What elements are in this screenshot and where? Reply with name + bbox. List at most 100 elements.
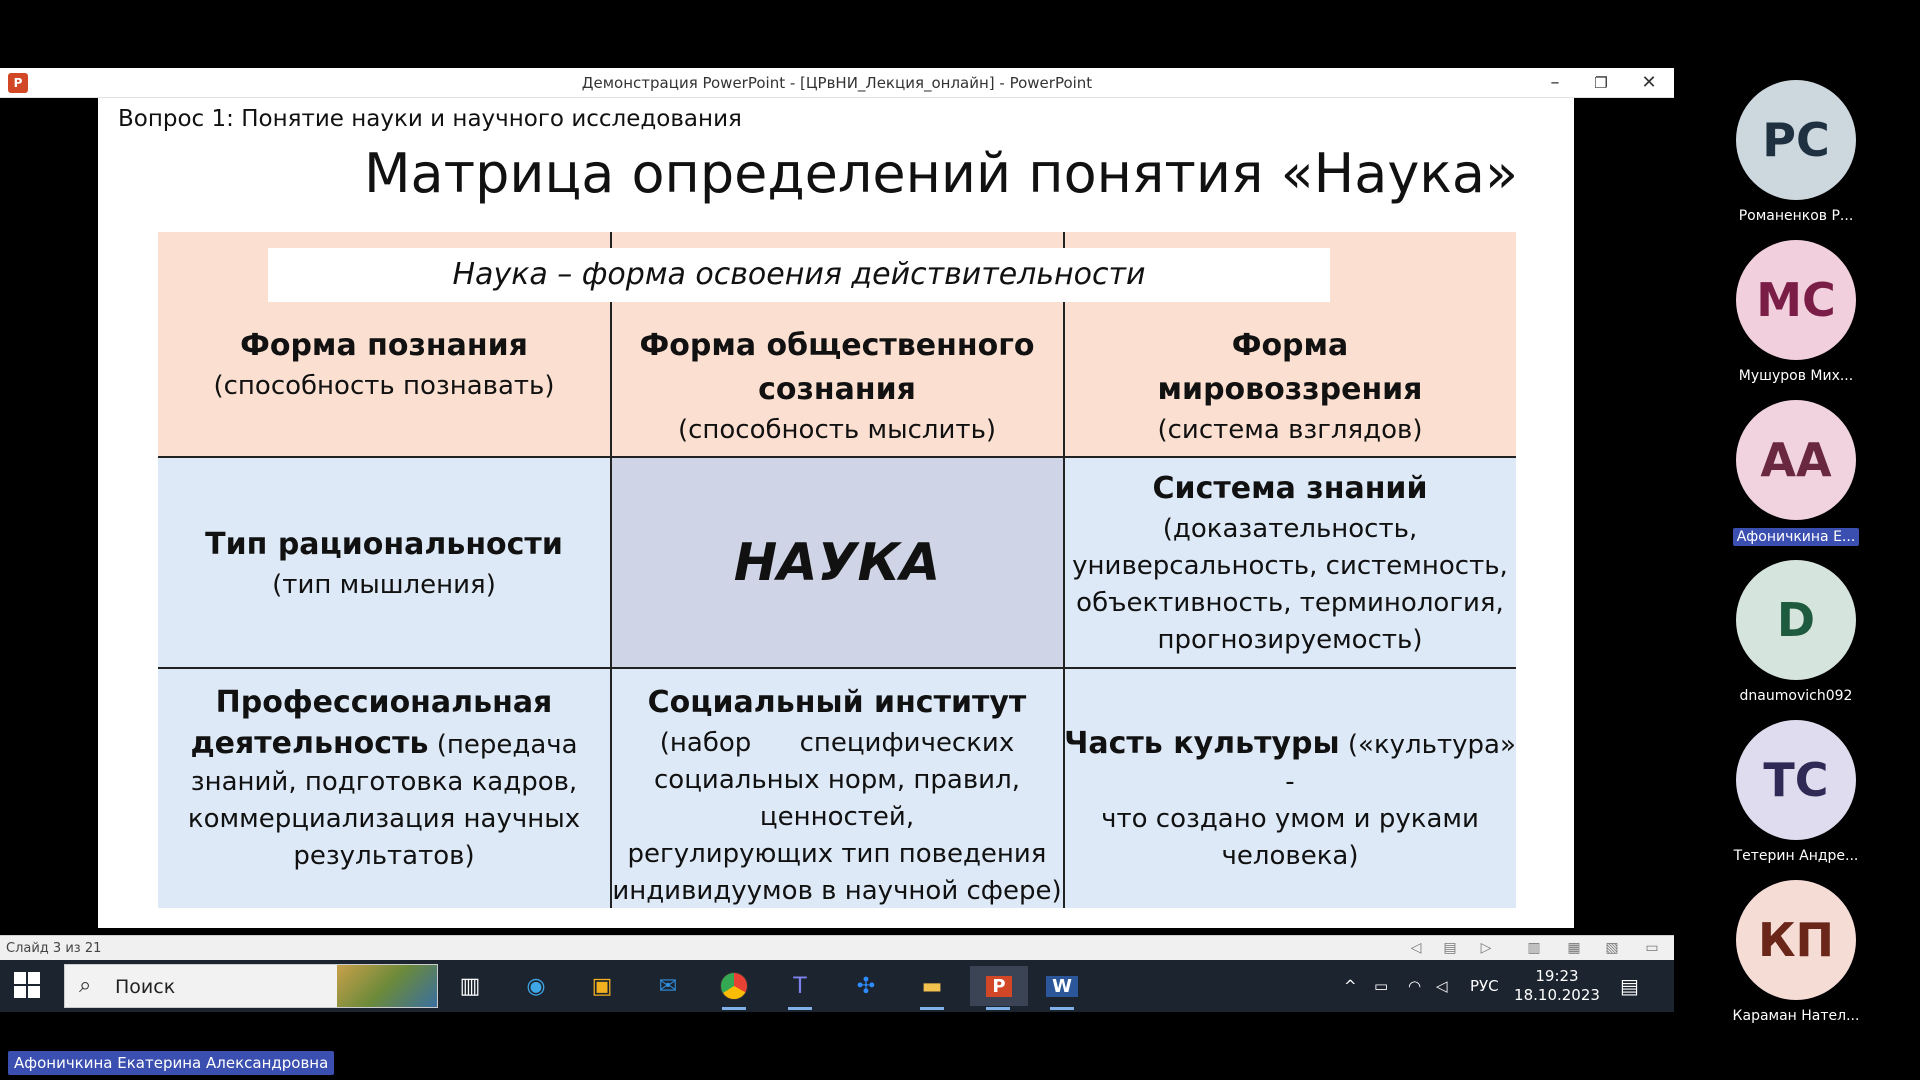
cell-center-word: НАУКА	[733, 533, 941, 593]
cell-text: индивидуумов в научной сфере)	[612, 876, 1062, 906]
cell-text: объективность, терминология,	[1076, 588, 1504, 618]
participant-tile[interactable]: ТС Тетерин Андре...	[1726, 720, 1866, 864]
slide-question: Вопрос 1: Понятие науки и научного иссле…	[118, 106, 742, 132]
mail-icon[interactable]: ✉	[648, 966, 688, 1006]
cell-knowledge-system: Система знаний (доказательность, универс…	[1064, 458, 1516, 668]
cell-text: (набор специфических	[659, 728, 1015, 758]
cell-text: человека)	[1221, 841, 1359, 871]
notifications-icon[interactable]: ▤	[1620, 960, 1639, 1012]
previous-slide-icon[interactable]: ◁	[1406, 939, 1426, 957]
edge-icon[interactable]: ◉	[516, 966, 556, 1006]
word-taskbar-icon[interactable]: W	[1042, 966, 1082, 1010]
avatar: КП	[1736, 880, 1856, 1000]
cell-heading: деятельность	[190, 726, 429, 761]
avatar: D	[1736, 560, 1856, 680]
windows-start-icon[interactable]	[14, 972, 42, 1000]
taskbar-search[interactable]: ⌕ Поиск	[64, 964, 438, 1008]
cell-part-of-culture: Часть культуры («культура» - что создано…	[1064, 669, 1516, 908]
cell-text: ценностей,	[759, 802, 915, 832]
next-slide-icon[interactable]: ▷	[1476, 939, 1496, 957]
cell-text: (доказательность,	[1162, 514, 1418, 544]
windows-taskbar: ⌕ Поиск ▥ ◉ ▣ ✉ T ✣ ▬ P W ^ ▭ ◠ ◁ РУС 19…	[0, 960, 1674, 1012]
cell-text: знаний, подготовка кадров,	[190, 767, 578, 797]
clock-time: 19:23	[1535, 967, 1579, 985]
cell-form-of-social-consciousness: Форма общественного сознания (способност…	[611, 302, 1063, 457]
slide-title: Матрица определений понятия «Наука»	[363, 142, 1519, 205]
cell-text: (система взглядов)	[1157, 415, 1423, 445]
cell-text: что создано умом и руками	[1101, 804, 1479, 834]
avatar: МС	[1736, 240, 1856, 360]
participant-tile[interactable]: АА Афоничкина Е...	[1726, 400, 1866, 546]
cell-science-center: НАУКА	[611, 458, 1063, 668]
slideshow-icon[interactable]: ▭	[1642, 939, 1662, 957]
slide-sorter-icon[interactable]: ▦	[1564, 939, 1584, 957]
minimize-button[interactable]: –	[1532, 68, 1578, 98]
cell-mixed-line: деятельность (передача	[190, 725, 577, 764]
cell-text: (способность мыслить)	[677, 415, 997, 445]
cell-text: универсальность, системность,	[1072, 551, 1508, 581]
participant-tile[interactable]: КП Караман Нател...	[1726, 880, 1866, 1024]
cell-text: (передача	[428, 730, 578, 760]
task-view-icon[interactable]: ▥	[450, 966, 490, 1006]
participant-name: Романенков Р...	[1738, 208, 1854, 224]
wifi-icon[interactable]: ◠	[1408, 960, 1421, 1012]
definition-matrix: Наука – форма освоения действительности …	[158, 232, 1516, 908]
powerpoint-taskbar-icon[interactable]: P	[970, 966, 1028, 1010]
reading-view-icon[interactable]: ▧	[1602, 939, 1622, 957]
cell-heading: Форма	[1231, 328, 1349, 363]
avatar: РС	[1736, 80, 1856, 200]
participant-name: dnaumovich092	[1739, 688, 1853, 704]
participant-tile[interactable]: РС Романенков Р...	[1726, 80, 1866, 224]
language-indicator[interactable]: РУС	[1470, 960, 1499, 1012]
restore-button[interactable]: ❐	[1578, 68, 1624, 98]
clock-date: 18.10.2023	[1514, 986, 1600, 1004]
battery-icon[interactable]: ▭	[1374, 960, 1388, 1012]
taskbar-clock[interactable]: 19:23 18.10.2023	[1510, 967, 1604, 1005]
cell-heading: Социальный институт	[647, 685, 1027, 720]
cell-text: социальных норм, правил,	[654, 765, 1020, 795]
cell-text: результатов)	[293, 841, 475, 871]
notes-icon[interactable]: ▤	[1440, 939, 1460, 957]
powerpoint-statusbar: Слайд 3 из 21 ◁ ▤ ▷ ▥ ▦ ▧ ▭	[0, 935, 1674, 960]
search-icon: ⌕	[79, 973, 92, 998]
avatar: ТС	[1736, 720, 1856, 840]
shared-screen: P Демонстрация PowerPoint - [ЦРвНИ_Лекци…	[0, 68, 1674, 1012]
cell-heading: Форма общественного	[639, 328, 1035, 363]
normal-view-icon[interactable]: ▥	[1524, 939, 1544, 957]
avatar: АА	[1736, 400, 1856, 520]
participant-tile[interactable]: МС Мушуров Мих...	[1726, 240, 1866, 384]
cell-heading: мировоззрения	[1157, 372, 1423, 407]
zoom-icon[interactable]: ✣	[846, 966, 886, 1006]
cell-text: коммерциализация научных	[187, 804, 581, 834]
search-placeholder: Поиск	[115, 976, 176, 998]
cell-heading: сознания	[758, 372, 916, 407]
volume-icon[interactable]: ◁	[1436, 960, 1448, 1012]
chrome-icon[interactable]	[714, 966, 754, 1010]
slide-area: Вопрос 1: Понятие науки и научного иссле…	[0, 98, 1674, 935]
cell-professional-activity: Профессиональная деятельность (передача …	[158, 669, 610, 908]
slide-counter: Слайд 3 из 21	[6, 941, 102, 956]
tray-chevron-icon[interactable]: ^	[1344, 960, 1357, 1012]
matrix-banner: Наука – форма освоения действительности	[268, 248, 1330, 302]
search-highlight-image	[337, 965, 437, 1007]
participant-tile[interactable]: D dnaumovich092	[1726, 560, 1866, 704]
cell-rationality-type: Тип рациональности (тип мышления)	[158, 458, 610, 668]
cell-text: (тип мышления)	[272, 569, 496, 600]
slide[interactable]: Вопрос 1: Понятие науки и научного иссле…	[98, 98, 1574, 928]
participant-name: Караман Нател...	[1732, 1008, 1860, 1024]
cell-heading: Профессиональная	[215, 685, 553, 720]
participant-name: Мушуров Мих...	[1738, 368, 1854, 384]
cell-form-of-worldview: Форма мировоззрения (система взглядов)	[1064, 302, 1516, 457]
cell-heading: Система знаний	[1152, 471, 1428, 506]
presenter-name-tag: Афоничкина Екатерина Александровна	[8, 1051, 335, 1075]
teams-icon[interactable]: T	[780, 966, 820, 1010]
close-button[interactable]: ✕	[1626, 68, 1672, 98]
cell-text: (способность познавать)	[213, 371, 555, 401]
cell-heading: Форма познания	[240, 328, 528, 363]
store-icon[interactable]: ▣	[582, 966, 622, 1006]
participant-name: Афоничкина Е...	[1732, 528, 1860, 546]
file-explorer-icon[interactable]: ▬	[912, 966, 952, 1010]
participant-name: Тетерин Андре...	[1733, 848, 1859, 864]
cell-heading: Тип рациональности	[205, 526, 563, 562]
powerpoint-titlebar: P Демонстрация PowerPoint - [ЦРвНИ_Лекци…	[0, 68, 1674, 98]
